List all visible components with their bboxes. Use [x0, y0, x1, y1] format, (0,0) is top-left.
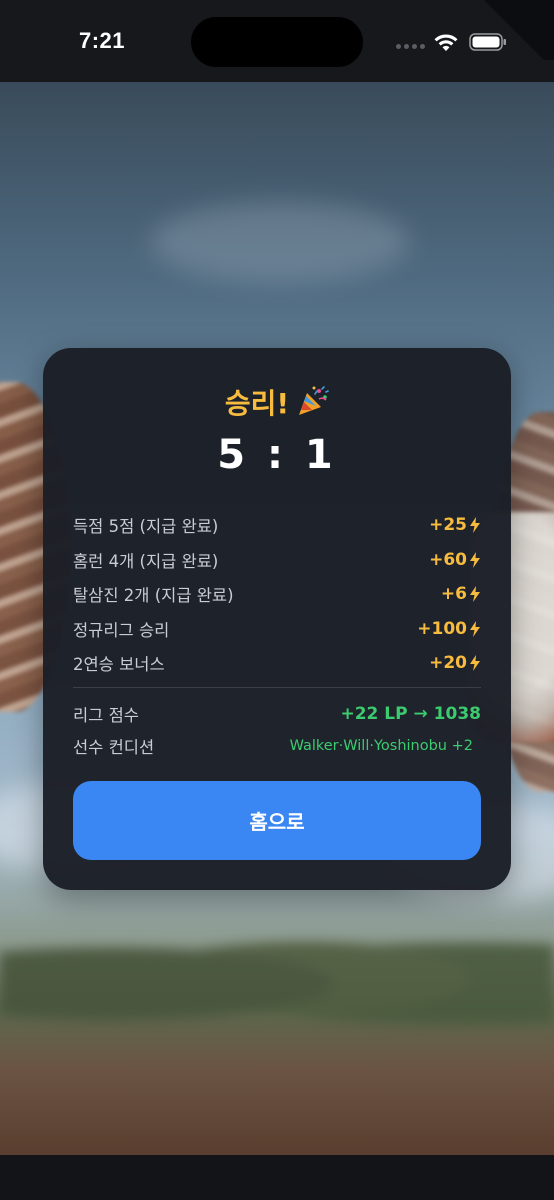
match-result-card: 승리! 5 : 1 득점 5점 (지급 완료) +25 홈런 4개 (지급 완료… [43, 348, 511, 890]
lightning-bolt-icon [470, 517, 480, 534]
reward-amount: +100 [417, 618, 467, 639]
reward-row: 탈삼진 2개 (지급 완료) +6 [73, 577, 481, 612]
party-popper-icon [299, 386, 329, 415]
reward-row: 정규리그 승리 +100 [73, 612, 481, 647]
reward-label: 득점 5점 (지급 완료) [73, 517, 219, 537]
player-condition-row: 선수 컨디션 Walker·Will·Yoshinobu +2 [73, 730, 481, 762]
status-bar: 7:21 [0, 0, 554, 82]
player-condition-value: Walker·Will·Yoshinobu +2 [289, 738, 473, 754]
league-points-row: 리그 점수 +22 LP → 1038 [73, 698, 481, 730]
final-score: 5 : 1 [217, 432, 337, 478]
lightning-bolt-icon [470, 620, 480, 637]
corner-decoration [474, 0, 554, 60]
lightning-bolt-icon [470, 586, 480, 603]
lightning-bolt-icon [470, 655, 480, 672]
tree-line [0, 912, 554, 1032]
wifi-icon [434, 34, 458, 51]
reward-label: 홈런 4개 (지급 완료) [73, 551, 219, 571]
reward-amount: +60 [429, 549, 467, 570]
home-button[interactable]: 홈으로 [73, 781, 481, 860]
reward-row: 득점 5점 (지급 완료) +25 [73, 508, 481, 543]
player-condition-label: 선수 컨디션 [73, 738, 155, 757]
league-points-value: +22 LP → 1038 [340, 704, 481, 724]
reward-row: 2연승 보너스 +20 [73, 646, 481, 681]
reward-value: +6 [441, 584, 481, 604]
reward-label: 2연승 보너스 [73, 655, 165, 675]
league-points-label: 리그 점수 [73, 706, 139, 725]
summary-list: 리그 점수 +22 LP → 1038 선수 컨디션 Walker·Will·Y… [73, 698, 481, 762]
reward-row: 홈런 4개 (지급 완료) +60 [73, 543, 481, 578]
reward-amount: +25 [429, 515, 467, 536]
reward-value: +100 [417, 619, 481, 639]
result-title-row: 승리! [43, 382, 511, 422]
reward-label: 정규리그 승리 [73, 620, 170, 640]
status-time: 7:21 [79, 28, 126, 53]
result-title: 승리! [224, 387, 290, 420]
signal-dots-icon [396, 44, 425, 49]
reward-amount: +20 [429, 653, 467, 674]
reward-value: +25 [429, 515, 481, 535]
lightning-bolt-icon [470, 551, 480, 568]
bottom-bar [0, 1155, 554, 1200]
reward-label: 탈삼진 2개 (지급 완료) [73, 586, 234, 606]
reward-value: +20 [429, 653, 481, 673]
reward-list: 득점 5점 (지급 완료) +25 홈런 4개 (지급 완료) +60 탈삼진 … [73, 508, 481, 681]
section-divider [73, 687, 481, 688]
reward-value: +60 [429, 550, 481, 570]
reward-amount: +6 [440, 584, 467, 605]
dynamic-island [191, 17, 363, 67]
